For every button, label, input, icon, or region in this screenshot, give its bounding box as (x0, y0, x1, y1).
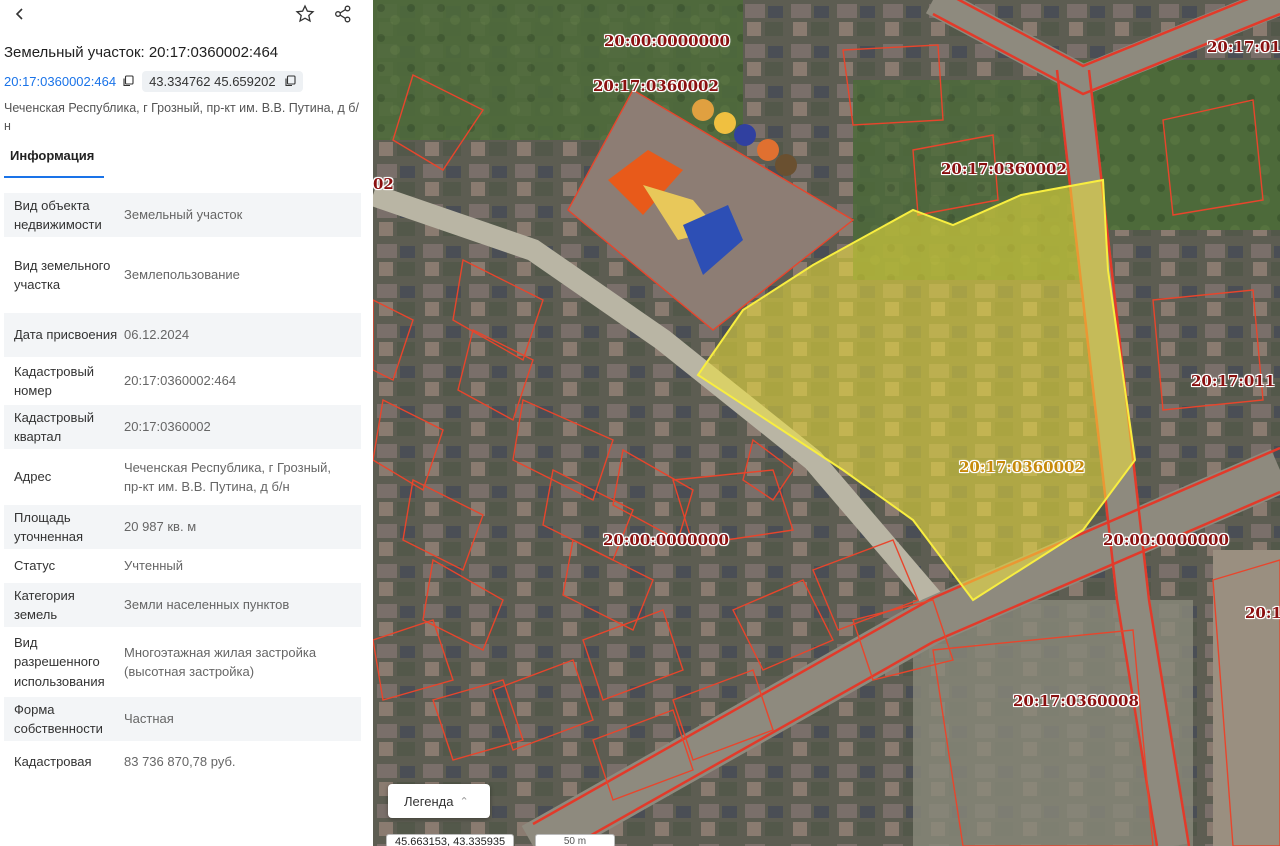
info-table: Вид объекта недвижимости Земельный участо… (4, 191, 361, 783)
address-text: Чеченская Республика, г Грозный, пр-кт и… (4, 101, 359, 133)
info-value: Земельный участок (124, 193, 361, 237)
info-value: 20:17:0360002:464 (124, 373, 237, 389)
info-value: 83 736 870,78 руб. (124, 754, 236, 770)
coordinates-text: 43.334762 45.659202 (149, 73, 276, 89)
label-far-right: 20:1 (1245, 604, 1280, 622)
info-key: Вид разрешенного использования (14, 634, 105, 689)
cursor-coordinates: 45.663153, 43.335935 (386, 834, 515, 846)
legend-button[interactable]: Легенда ⌃ (388, 784, 490, 818)
info-row: Площадь уточненная 20 987 кв. м (4, 505, 361, 549)
info-row: Адрес Чеченская Республика, г Грозный, пр… (4, 451, 361, 503)
label-road-right: 20:00:0000000 (1103, 531, 1229, 549)
info-row: Вид объекта недвижимости Земельный участо… (4, 193, 361, 237)
info-key: Статус (14, 558, 56, 574)
label-right-edge: 20:17:011 (1191, 372, 1276, 390)
info-value: 06.12.2024 (124, 313, 361, 357)
info-value: Учтенный (124, 558, 184, 574)
info-value: 20 987 кв. м (124, 505, 361, 549)
coordinates-chip[interactable]: 43.334762 45.659202 (142, 70, 303, 92)
label-north-block: 20:17:0360002 (941, 160, 1067, 178)
info-key: Форма собственности (4, 697, 124, 741)
copy-icon[interactable] (122, 75, 134, 87)
info-value: Землепользование (124, 267, 240, 283)
info-row: Форма собственности Частная (4, 697, 361, 741)
share-icon[interactable] (331, 2, 355, 26)
map-canvas (373, 0, 1280, 846)
info-row: Категория земель Земли населенных пунктов (4, 583, 361, 627)
info-row: Кадастровый номер 20:17:0360002:464 (4, 359, 361, 403)
info-row: Вид земельного участка Землепользование (4, 239, 361, 311)
info-key: Адрес (14, 469, 52, 485)
scale-bar: 50 m (535, 834, 615, 846)
info-key: Вид земельного участка (14, 257, 111, 293)
info-key: Кадастровый квартал (4, 405, 124, 449)
info-panel: Земельный участок: 20:17:0360002:464 20:… (0, 0, 373, 846)
info-row: Статус Учтенный (4, 551, 361, 581)
cadastral-number-link[interactable]: 20:17:0360002:464 (4, 74, 134, 89)
legend-label: Легенда (404, 793, 454, 809)
info-key: Кадастровый номер (14, 363, 95, 399)
chevron-up-icon: ⌃ (459, 795, 469, 808)
label-bottom-block: 20:17:0360008 (1013, 692, 1139, 710)
info-value: 20:17:0360002 (124, 405, 361, 449)
panel-toolbar (0, 0, 373, 30)
info-value: Частная (124, 697, 361, 741)
label-20-17-01-top: 20:17:01 (1207, 38, 1280, 56)
page-title: Земельный участок: 20:17:0360002:464 (4, 44, 279, 61)
info-row: Дата присвоения 06.12.2024 (4, 313, 361, 357)
info-row: Вид разрешенного использования Многоэтажн… (4, 629, 361, 695)
info-key: Вид объекта недвижимости (4, 193, 124, 237)
tab-information[interactable]: Информация (4, 148, 104, 178)
identifier-chips: 20:17:0360002:464 43.334762 45.659202 (4, 69, 303, 93)
info-value: Чеченская Республика, г Грозный, пр-кт и… (124, 459, 331, 495)
info-key: Категория земель (4, 583, 124, 627)
label-church-block: 20:17:0360002 (593, 77, 719, 95)
label-left-edge: 02 (373, 175, 394, 193)
info-key: Кадастровая (14, 754, 92, 770)
info-row: Кадастровый квартал 20:17:0360002 (4, 405, 361, 449)
cadastral-map[interactable]: 20:00:0000000 20:17:01 20:17:0360002 20:17:… (373, 0, 1280, 846)
label-20-00-top: 20:00:0000000 (604, 32, 730, 50)
info-row: Кадастровая 83 736 870,78 руб. (4, 743, 361, 781)
info-value: Многоэтажная жилая застройка (высотная з… (124, 644, 317, 680)
back-icon[interactable] (8, 2, 32, 26)
info-value: Земли населенных пунктов (124, 583, 361, 627)
label-road-left: 20:00:0000000 (603, 531, 729, 549)
star-icon[interactable] (293, 2, 317, 26)
cadastral-number-text: 20:17:0360002:464 (4, 73, 117, 89)
info-key: Дата присвоения (4, 313, 124, 357)
label-selected-parcel: 20:17:0360002 (959, 458, 1085, 476)
copy-icon[interactable] (284, 75, 296, 87)
info-key: Площадь уточненная (4, 505, 124, 549)
